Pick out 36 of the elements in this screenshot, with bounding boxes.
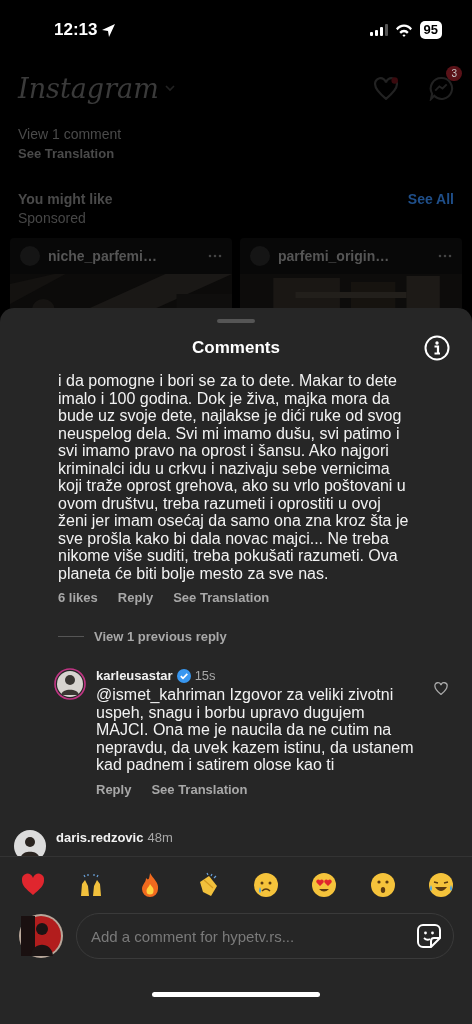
like-icon[interactable]	[434, 682, 448, 695]
avatar[interactable]	[14, 829, 46, 856]
timestamp: 15s	[194, 668, 216, 683]
crying-face-icon[interactable]	[253, 872, 280, 898]
sticker-icon[interactable]	[416, 923, 442, 949]
reply-link[interactable]: Reply	[96, 781, 132, 797]
comment-input[interactable]: Add a comment for hypetv.rs...	[76, 913, 454, 959]
comment-text: @ismet_kahriman Izgovor za veliki zivotni uspeh, snagu i borbu upravo dugujem MAJCI. Ona me je naucila da ne cutim na nepravdu, da uvek kazem istinu, da ustanem kad padnem i satirem olose kao ti	[96, 686, 415, 774]
reply-link[interactable]: Reply	[117, 590, 154, 605]
see-translation-link[interactable]: See Translation	[151, 781, 248, 797]
username[interactable]: daris.redzovic	[56, 829, 144, 845]
signal-icon	[369, 24, 388, 36]
battery-level: 95	[419, 21, 442, 39]
sheet-title: Comments	[192, 337, 280, 358]
avatar[interactable]	[54, 668, 86, 700]
surprised-face-icon[interactable]	[369, 872, 396, 898]
timestamp: 48m	[147, 829, 173, 845]
location-arrow-icon	[101, 22, 117, 38]
likes-count[interactable]: 6 likes	[58, 590, 98, 605]
heart-emoji-icon[interactable]	[20, 872, 46, 898]
laughing-face-icon[interactable]	[427, 872, 454, 898]
wifi-icon	[394, 23, 413, 37]
sponsored-label: Sponsored	[18, 210, 87, 226]
drag-handle[interactable]	[217, 319, 255, 323]
section-title: You might like	[18, 191, 113, 207]
heart-eyes-face-icon[interactable]	[311, 872, 338, 898]
username: parfemi_origin…	[278, 248, 391, 264]
clock-time: 12:13	[54, 20, 98, 40]
notification-badge: 3	[446, 65, 462, 81]
username[interactable]: karleusastar	[96, 668, 173, 683]
comment-text: i da pomogne i bori se za to dete. Makar to dete imalo i 100 godina. Dok je živa, majka mora da bude uz svoje dete, najlakse je dići ruke od svog neuspelog dela. Svi mi imamo dušu, svi patimo i svi imamo pravo na oprost i šansu. Ako najgori kriminalci idu u crkvu i nazivaju sebe vernicima koji traže oprost grehova, ako su vrlo poštovani u ovom društvu, treba razumeti i oprostiti u ovoj ženi jer imam osećaj da samo ona zna kroz šta je sve prošla kako bi dala novac majci... Ne treba nikome više suditi, treba pokušati razumeti. Ova planeta će biti bolje mesto za sve nas.	[58, 372, 410, 582]
see-translation-link[interactable]: See Translation	[173, 590, 270, 605]
view-replies-link[interactable]: View 1 previous reply	[94, 629, 227, 644]
username: niche_parfemi…	[48, 248, 158, 264]
info-icon[interactable]	[424, 335, 450, 361]
avatar[interactable]	[18, 913, 64, 959]
